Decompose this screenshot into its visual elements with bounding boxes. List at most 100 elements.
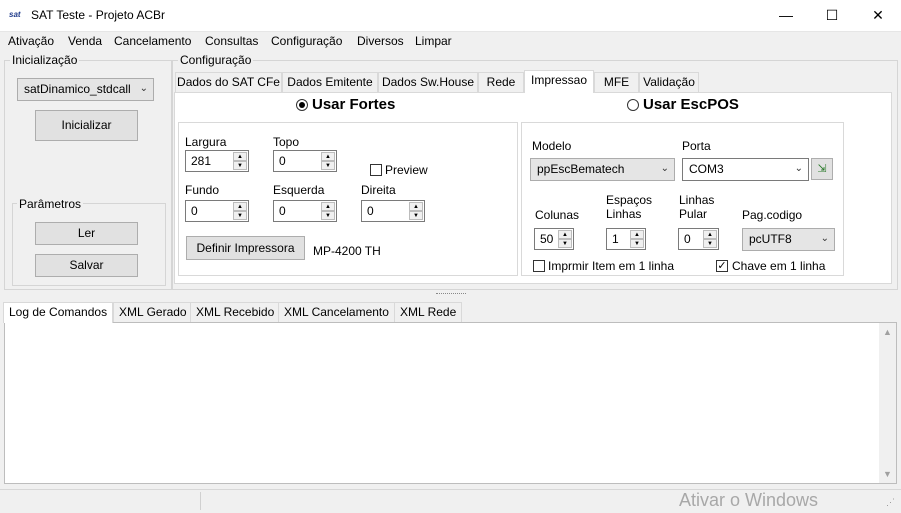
library-select[interactable]: satDinamico_stdcall ⌄ <box>17 78 154 101</box>
spin-up-icon[interactable]: ▲ <box>321 202 335 211</box>
spin-up-icon[interactable]: ▲ <box>409 202 423 211</box>
spin-down-icon[interactable]: ▼ <box>558 239 572 248</box>
radio-usar-fortes[interactable] <box>296 99 308 111</box>
spin-down-icon[interactable]: ▼ <box>233 161 247 170</box>
menu-diversos[interactable]: Diversos <box>357 34 404 48</box>
read-button[interactable]: Ler <box>35 222 138 245</box>
espacos-label: Espaços Linhas <box>606 193 653 221</box>
porta-select[interactable]: COM3 ⌄ <box>682 158 809 181</box>
esquerda-spin[interactable]: 0 ▲ ▼ <box>273 200 337 222</box>
log-textarea[interactable]: ▲ ▼ <box>4 322 897 484</box>
status-divider <box>200 492 201 510</box>
spin-down-icon[interactable]: ▼ <box>409 211 423 220</box>
direita-spin[interactable]: 0 ▲ ▼ <box>361 200 425 222</box>
chevron-down-icon: ⌄ <box>820 233 829 244</box>
pagcodigo-select[interactable]: pcUTF8 ⌄ <box>742 228 835 251</box>
radio-usar-escpos[interactable] <box>627 99 639 111</box>
chave-1-linha-checkbox[interactable]: ✓ <box>716 260 728 272</box>
splitter[interactable] <box>0 292 901 297</box>
spin-up-icon[interactable]: ▲ <box>233 202 247 211</box>
espacos-spin[interactable]: 1 ▲ ▼ <box>606 228 646 250</box>
chevron-down-icon: ⌄ <box>794 163 803 174</box>
preview-checkbox[interactable] <box>370 164 382 176</box>
topo-spin[interactable]: 0 ▲ ▼ <box>273 150 337 172</box>
init-group-label: Inicialização <box>10 53 80 67</box>
spin-up-icon[interactable]: ▲ <box>233 152 247 161</box>
status-bar: Ativar o Windows ⋰ <box>0 489 901 513</box>
spin-down-icon[interactable]: ▼ <box>321 211 335 220</box>
spin-up-icon[interactable]: ▲ <box>321 152 335 161</box>
topo-value: 0 <box>279 154 286 168</box>
vertical-scrollbar[interactable]: ▲ ▼ <box>879 323 896 483</box>
spin-down-icon[interactable]: ▼ <box>703 239 717 248</box>
spin-down-icon[interactable]: ▼ <box>233 211 247 220</box>
splitter-grip-icon <box>436 293 466 296</box>
item-1-linha-checkbox[interactable] <box>533 260 545 272</box>
tab-log-comandos[interactable]: Log de Comandos <box>3 302 114 323</box>
spin-up-icon[interactable]: ▲ <box>630 230 644 239</box>
library-value: satDinamico_stdcall <box>24 82 131 96</box>
spin-down-icon[interactable]: ▼ <box>630 239 644 248</box>
menu-venda[interactable]: Venda <box>68 34 102 48</box>
pagcodigo-label: Pag.codigo <box>742 208 803 222</box>
largura-value: 281 <box>191 154 212 168</box>
modelo-select[interactable]: ppEscBematech ⌄ <box>530 158 675 181</box>
menu-bar: Ativação Venda Cancelamento Consultas Co… <box>0 31 901 51</box>
menu-cancelamento[interactable]: Cancelamento <box>114 34 191 48</box>
fundo-label: Fundo <box>185 183 220 197</box>
search-port-icon[interactable]: ⇲ <box>811 158 833 180</box>
spin-down-icon[interactable]: ▼ <box>321 161 335 170</box>
tab-rede[interactable]: Rede <box>478 72 524 92</box>
maximize-button[interactable]: ☐ <box>809 0 855 31</box>
tab-dados-sat[interactable]: Dados do SAT CFe <box>175 72 282 92</box>
tab-xml-gerado[interactable]: XML Gerado <box>113 302 193 322</box>
radio-usar-fortes-label: Usar Fortes <box>312 96 396 113</box>
chevron-down-icon: ⌄ <box>660 163 669 174</box>
topo-label: Topo <box>273 135 300 149</box>
save-button[interactable]: Salvar <box>35 254 138 277</box>
direita-label: Direita <box>361 183 396 197</box>
define-printer-button[interactable]: Definir Impressora <box>186 236 305 260</box>
tab-xml-recebido[interactable]: XML Recebido <box>190 302 281 322</box>
scroll-down-icon[interactable]: ▼ <box>883 469 892 479</box>
minimize-button[interactable]: — <box>763 0 809 31</box>
colunas-label: Colunas <box>535 208 580 222</box>
linhas-label: Linhas Pular <box>679 193 715 221</box>
menu-consultas[interactable]: Consultas <box>205 34 258 48</box>
colunas-spin[interactable]: 50 ▲ ▼ <box>534 228 574 250</box>
menu-configuracao[interactable]: Configuração <box>271 34 342 48</box>
tab-validacao[interactable]: Validação <box>639 72 699 92</box>
tab-dados-emitente[interactable]: Dados Emitente <box>282 72 378 92</box>
porta-value: COM3 <box>689 162 724 176</box>
modelo-value: ppEscBematech <box>537 162 625 176</box>
tab-dados-swhouse[interactable]: Dados Sw.House <box>378 72 478 92</box>
esquerda-value: 0 <box>279 204 286 218</box>
largura-spin[interactable]: 281 ▲ ▼ <box>185 150 249 172</box>
printer-name: MP-4200 TH <box>313 244 381 258</box>
tab-xml-rede[interactable]: XML Rede <box>394 302 463 322</box>
menu-ativacao[interactable]: Ativação <box>8 34 54 48</box>
spin-up-icon[interactable]: ▲ <box>558 230 572 239</box>
app-icon: sat <box>9 10 21 19</box>
item-1-linha-label: Imprmir Item em 1 linha <box>548 259 675 273</box>
fundo-spin[interactable]: 0 ▲ ▼ <box>185 200 249 222</box>
porta-label: Porta <box>682 139 711 153</box>
resize-grip-icon[interactable]: ⋰ <box>886 497 895 508</box>
colunas-value: 50 <box>540 232 554 246</box>
window-title: SAT Teste - Projeto ACBr <box>31 8 166 22</box>
direita-value: 0 <box>367 204 374 218</box>
chevron-down-icon: ⌄ <box>139 83 148 94</box>
menu-limpar[interactable]: Limpar <box>415 34 452 48</box>
linhas-spin[interactable]: 0 ▲ ▼ <box>678 228 719 250</box>
initialize-button[interactable]: Inicializar <box>35 110 138 141</box>
scroll-up-icon[interactable]: ▲ <box>883 327 892 337</box>
spin-up-icon[interactable]: ▲ <box>703 230 717 239</box>
tab-impressao[interactable]: Impressao <box>524 70 594 93</box>
title-bar: sat SAT Teste - Projeto ACBr — ☐ ✕ <box>0 0 901 32</box>
fundo-value: 0 <box>191 204 198 218</box>
tab-xml-cancelamento[interactable]: XML Cancelamento <box>278 302 395 322</box>
pagcodigo-value: pcUTF8 <box>749 232 792 246</box>
close-button[interactable]: ✕ <box>855 0 901 31</box>
tab-mfe[interactable]: MFE <box>594 72 639 92</box>
preview-label: Preview <box>385 163 428 177</box>
